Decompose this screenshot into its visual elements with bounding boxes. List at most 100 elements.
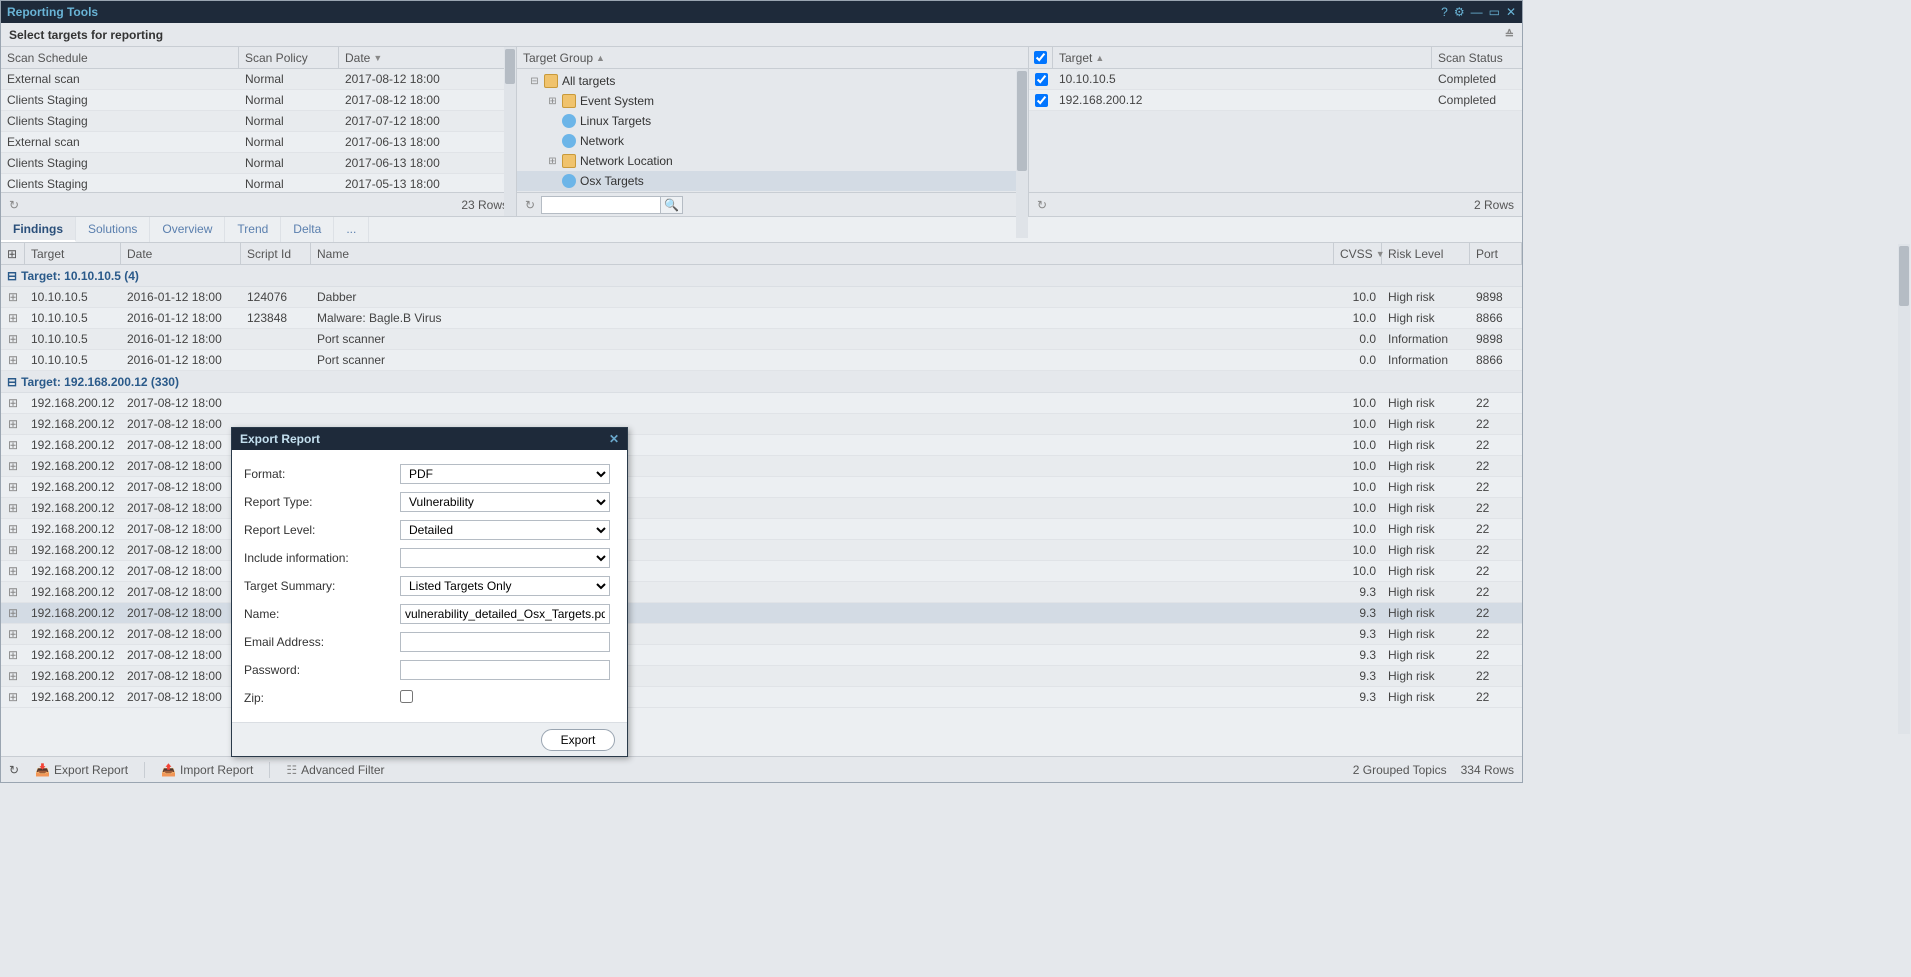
- expand-icon[interactable]: ⊞: [1, 414, 25, 434]
- finding-row[interactable]: ⊞192.168.200.122017-08-12 18:0010.0High …: [1, 561, 1522, 582]
- schedule-row[interactable]: External scanNormal2017-08-12 18:00: [1, 69, 516, 90]
- tab-trend[interactable]: Trend: [225, 217, 281, 242]
- finding-row[interactable]: ⊞192.168.200.122017-08-12 18:0010.0High …: [1, 414, 1522, 435]
- finding-row[interactable]: ⊞192.168.200.122017-08-12 18:00le Execut…: [1, 687, 1522, 708]
- checkbox-all[interactable]: [1034, 51, 1047, 64]
- finding-row[interactable]: ⊞192.168.200.122017-08-12 18:0010.0High …: [1, 498, 1522, 519]
- tree-item[interactable]: ⊞Network Location: [517, 151, 1028, 171]
- col-date[interactable]: Date▼: [339, 47, 516, 68]
- group-row[interactable]: ⊟Target: 10.10.10.5 (4): [1, 265, 1522, 287]
- password-input[interactable]: [400, 660, 610, 680]
- expand-icon[interactable]: ⊞: [1, 666, 25, 686]
- tree-item[interactable]: Linux Targets: [517, 111, 1028, 131]
- finding-row[interactable]: ⊞10.10.10.52016-01-12 18:00Port scanner0…: [1, 350, 1522, 371]
- include-select[interactable]: [400, 548, 610, 568]
- scrollbar-thumb[interactable]: [505, 49, 515, 84]
- tree-item[interactable]: Network: [517, 131, 1028, 151]
- expand-icon[interactable]: ⊞: [1, 645, 25, 665]
- col-checkbox[interactable]: [1029, 47, 1053, 68]
- col-name[interactable]: Name: [311, 243, 1334, 264]
- dialog-title-bar[interactable]: Export Report ✕: [232, 428, 627, 450]
- export-button[interactable]: Export: [541, 729, 615, 751]
- expand-icon[interactable]: ⊞: [1, 498, 25, 518]
- target-row[interactable]: 192.168.200.12Completed: [1029, 90, 1522, 111]
- finding-row[interactable]: ⊞192.168.200.122017-08-12 18:00le Execut…: [1, 666, 1522, 687]
- refresh-icon[interactable]: ↻: [9, 198, 19, 212]
- finding-row[interactable]: ⊞192.168.200.122017-08-12 18:0010.0High …: [1, 435, 1522, 456]
- expand-icon[interactable]: ⊞: [1, 287, 25, 307]
- finding-row[interactable]: ⊞192.168.200.122017-08-12 18:00ity9.3Hig…: [1, 582, 1522, 603]
- finding-row[interactable]: ⊞192.168.200.122017-08-12 18:00ity9.3Hig…: [1, 603, 1522, 624]
- scrollbar[interactable]: [1016, 69, 1028, 238]
- tree-toggle-icon[interactable]: ⊞: [547, 96, 558, 107]
- finding-row[interactable]: ⊞192.168.200.122017-08-12 18:0010.0High …: [1, 540, 1522, 561]
- refresh-icon[interactable]: ↻: [525, 198, 535, 212]
- tree-item[interactable]: ⊞Event System: [517, 91, 1028, 111]
- scrollbar-thumb[interactable]: [1017, 71, 1027, 171]
- target-summary-select[interactable]: Listed Targets Only: [400, 576, 610, 596]
- expand-icon[interactable]: ⊞: [1, 435, 25, 455]
- search-input[interactable]: [541, 196, 661, 214]
- report-type-select[interactable]: Vulnerability: [400, 492, 610, 512]
- expand-icon[interactable]: ⊞: [1, 308, 25, 328]
- col-date[interactable]: Date: [121, 243, 241, 264]
- col-scan-schedule[interactable]: Scan Schedule: [1, 47, 239, 68]
- col-risk[interactable]: Risk Level: [1382, 243, 1470, 264]
- tab-delta[interactable]: Delta: [281, 217, 334, 242]
- collapse-icon[interactable]: ⊟: [7, 375, 17, 389]
- expand-icon[interactable]: ⊞: [1, 519, 25, 539]
- finding-row[interactable]: ⊞10.10.10.52016-01-12 18:00124076Dabber1…: [1, 287, 1522, 308]
- tree-item[interactable]: Osx Targets: [517, 171, 1028, 191]
- col-expand[interactable]: ⊞: [1, 243, 25, 264]
- finding-row[interactable]: ⊞192.168.200.122017-08-12 18:00ability10…: [1, 456, 1522, 477]
- advanced-filter-button[interactable]: ☷Advanced Filter: [282, 761, 388, 779]
- expand-icon[interactable]: ⊞: [1, 561, 25, 581]
- expand-icon[interactable]: ⊞: [1, 393, 25, 413]
- col-target-group[interactable]: Target Group▲: [517, 47, 1028, 68]
- schedule-row[interactable]: External scanNormal2017-06-13 18:00: [1, 132, 516, 153]
- expand-icon[interactable]: ⊞: [1, 603, 25, 623]
- schedule-row[interactable]: Clients StagingNormal2017-07-12 18:00: [1, 111, 516, 132]
- expand-icon[interactable]: ⊞: [1, 350, 25, 370]
- scrollbar[interactable]: [504, 47, 516, 216]
- export-report-button[interactable]: 📥Export Report: [31, 761, 132, 779]
- email-input[interactable]: [400, 632, 610, 652]
- schedule-row[interactable]: Clients StagingNormal2017-08-12 18:00: [1, 90, 516, 111]
- schedule-row[interactable]: Clients StagingNormal2017-05-13 18:00: [1, 174, 516, 192]
- collapse-icon[interactable]: ≙: [1505, 28, 1514, 41]
- target-row[interactable]: 10.10.10.5Completed: [1029, 69, 1522, 90]
- tab-findings[interactable]: Findings: [1, 217, 76, 242]
- finding-row[interactable]: ⊞192.168.200.122017-08-12 18:0010.0High …: [1, 519, 1522, 540]
- expand-icon[interactable]: ⊞: [1, 582, 25, 602]
- finding-row[interactable]: ⊞192.168.200.122017-08-12 18:00ary Code …: [1, 477, 1522, 498]
- finding-row[interactable]: ⊞192.168.200.122017-08-12 18:00n Vulnera…: [1, 624, 1522, 645]
- tree-item[interactable]: ⊟All targets: [517, 71, 1028, 91]
- tree-toggle-icon[interactable]: ⊞: [547, 156, 558, 167]
- col-target[interactable]: Target▲: [1053, 47, 1432, 68]
- tab-solutions[interactable]: Solutions: [76, 217, 150, 242]
- col-scan-status[interactable]: Scan Status: [1432, 47, 1522, 68]
- col-cvss[interactable]: CVSS▼: [1334, 243, 1382, 264]
- minimize-icon[interactable]: —: [1471, 5, 1483, 19]
- report-level-select[interactable]: Detailed: [400, 520, 610, 540]
- collapse-icon[interactable]: ⊟: [7, 269, 17, 283]
- col-port[interactable]: Port: [1470, 243, 1522, 264]
- close-icon[interactable]: ✕: [609, 432, 619, 446]
- expand-icon[interactable]: ⊞: [1, 540, 25, 560]
- tree-toggle-icon[interactable]: ⊟: [529, 76, 540, 87]
- refresh-icon[interactable]: ↻: [1037, 198, 1047, 212]
- search-icon[interactable]: 🔍: [661, 196, 683, 214]
- maximize-icon[interactable]: ▭: [1489, 5, 1500, 19]
- format-select[interactable]: PDF: [400, 464, 610, 484]
- gear-icon[interactable]: ⚙: [1454, 5, 1465, 19]
- finding-row[interactable]: ⊞10.10.10.52016-01-12 18:00123848Malware…: [1, 308, 1522, 329]
- name-input[interactable]: [400, 604, 610, 624]
- expand-icon[interactable]: ⊞: [1, 456, 25, 476]
- zip-checkbox[interactable]: [400, 690, 413, 703]
- target-checkbox[interactable]: [1035, 73, 1048, 86]
- tab-overview[interactable]: Overview: [150, 217, 225, 242]
- finding-row[interactable]: ⊞192.168.200.122017-08-12 18:0010.0High …: [1, 393, 1522, 414]
- expand-icon[interactable]: ⊞: [1, 687, 25, 707]
- import-report-button[interactable]: 📤Import Report: [157, 761, 257, 779]
- expand-icon[interactable]: ⊞: [1, 329, 25, 349]
